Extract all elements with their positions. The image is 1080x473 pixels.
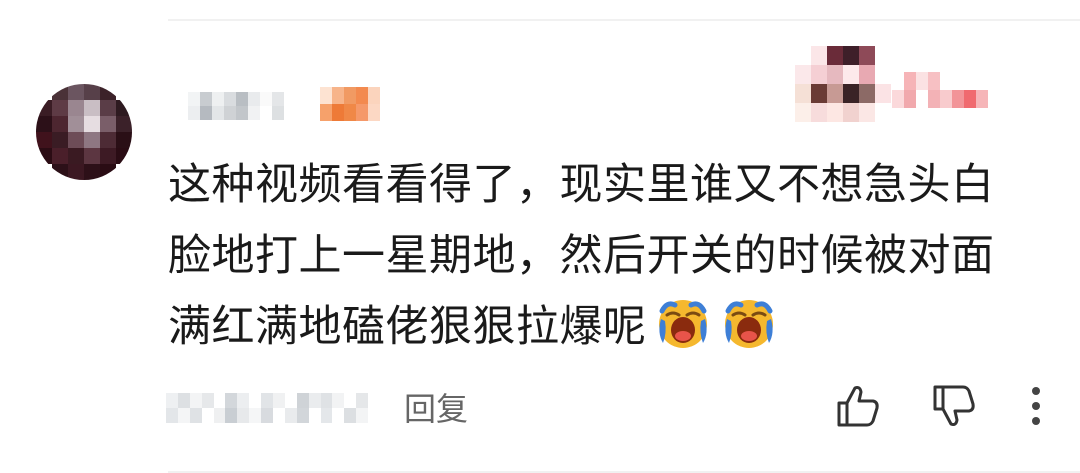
comment-line-2: 脸地打上一星期地，然后开关的时候被对面: [168, 231, 995, 281]
more-options-button[interactable]: [1014, 380, 1058, 432]
comment-item: 这种视频看看得了，现实里谁又不想急头白 脸地打上一星期地，然后开关的时候被对面 …: [0, 0, 1080, 473]
user-badge-blurred: [320, 87, 380, 121]
thumbs-up-icon: [837, 386, 879, 427]
dislike-button[interactable]: [928, 380, 980, 432]
username-blurred[interactable]: [188, 92, 284, 120]
comment-line-1: 这种视频看看得了，现实里谁又不想急头白: [168, 160, 995, 210]
like-button[interactable]: [832, 380, 884, 432]
mention-text-blurred: [892, 72, 988, 108]
avatar[interactable]: [36, 84, 132, 180]
comment-text: 这种视频看看得了，现实里谁又不想急头白 脸地打上一星期地，然后开关的时候被对面 …: [168, 150, 1048, 363]
comment-line-3: 满红满地磕佬狠狠拉爆呢: [168, 292, 1048, 363]
thumbs-down-icon: [933, 385, 975, 426]
top-divider: [168, 19, 1080, 21]
comment-line-3-text: 满红满地磕佬狠狠拉爆呢: [168, 302, 647, 352]
timestamp-blurred: [166, 393, 381, 423]
crying-face-icon: [724, 300, 773, 348]
reply-button[interactable]: 回复: [404, 389, 468, 429]
vertical-dots-icon: [1032, 387, 1040, 425]
mention-image-blurred[interactable]: [795, 46, 891, 122]
crying-face-icon: [658, 300, 707, 348]
